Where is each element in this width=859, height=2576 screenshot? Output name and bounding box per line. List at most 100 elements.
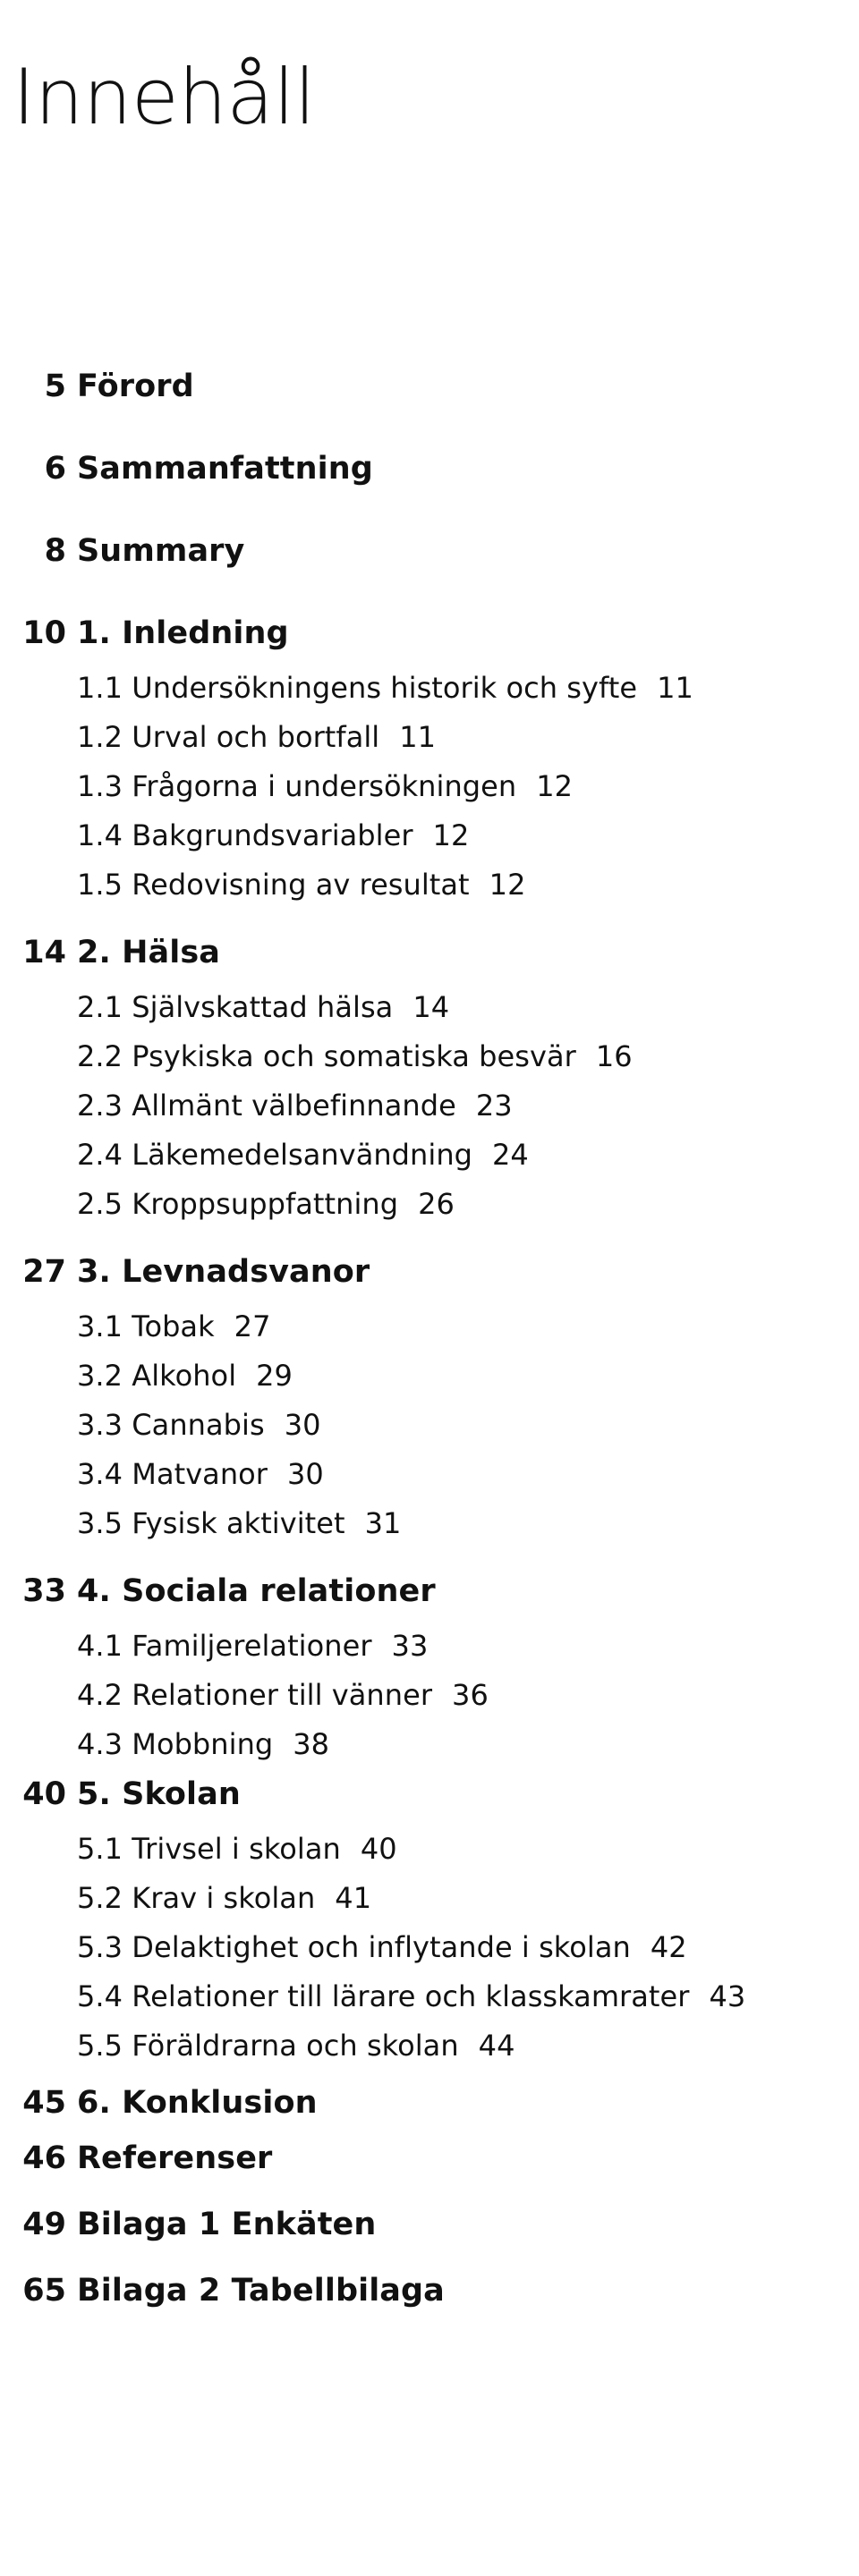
section-page-number: 43 (709, 1979, 746, 2013)
toc-chapter-6[interactable]: 45 6. Konklusion (0, 2085, 859, 2140)
section-number: 3.4 (77, 1457, 123, 1491)
chapter-title: Levnadsvanor (122, 1254, 370, 1290)
section-page-number: 11 (399, 720, 437, 754)
section-line: 1.5 Redovisning av resultat 12 (77, 868, 859, 902)
chapter-number: 5. (77, 1776, 111, 1812)
toc-page: Innehåll 5 Förord 6 Sammanfattning 8 Sum… (0, 0, 859, 2576)
section-page-number: 16 (595, 1039, 633, 1073)
chapter-title: Skolan (122, 1776, 241, 1812)
toc-entry-summary[interactable]: 8 Summary (0, 533, 859, 592)
toc-chapter-1[interactable]: 10 1. Inledning (0, 615, 859, 671)
toc-section-5-5[interactable]: 5.5 Föräldrarna och skolan 44 (0, 2029, 859, 2078)
toc-section-1-5[interactable]: 1.5 Redovisning av resultat 12 (0, 868, 859, 917)
chapter-label: 3. Levnadsvanor (77, 1254, 859, 1290)
section-page-number: 42 (650, 1930, 687, 1964)
section-label: Undersökningens historik och syfte (132, 671, 638, 705)
toc-entry-referenser[interactable]: 46 Referenser (0, 2140, 859, 2199)
section-number: 3.1 (77, 1309, 123, 1343)
section-number: 3.5 (77, 1506, 123, 1540)
section-number: 5.3 (77, 1930, 123, 1964)
toc-entry-bilaga-2[interactable]: 65 Bilaga 2 Tabellbilaga (0, 2273, 859, 2332)
section-page-number: 44 (478, 2029, 515, 2063)
toc-chapter-4[interactable]: 33 4. Sociala relationer (0, 1573, 859, 1629)
section-label: Mobbning (132, 1727, 274, 1761)
chapter-page-number: 33 (22, 1573, 66, 1609)
section-label: Psykiska och somatiska besvär (132, 1039, 576, 1073)
toc-section-4-1[interactable]: 4.1 Familjerelationer 33 (0, 1629, 859, 1678)
section-page-number: 11 (657, 671, 693, 705)
section-number: 2.2 (77, 1039, 123, 1073)
section-line: 1.4 Bakgrundsvariabler 12 (77, 818, 859, 852)
section-line: 1.3 Frågorna i undersökningen 12 (77, 769, 859, 803)
toc-section-5-3[interactable]: 5.3 Delaktighet och inflytande i skolan 4… (0, 1930, 859, 1979)
toc-section-1-4[interactable]: 1.4 Bakgrundsvariabler 12 (0, 818, 859, 868)
section-label: Självskattad hälsa (132, 990, 394, 1024)
section-page-number: 30 (284, 1408, 321, 1442)
section-line: 3.5 Fysisk aktivitet 31 (77, 1506, 859, 1540)
toc-entry-forord[interactable]: 5 Förord (0, 369, 859, 428)
toc-section-4-3[interactable]: 4.3 Mobbning 38 (0, 1727, 859, 1776)
section-number: 5.4 (77, 1979, 123, 2013)
toc-section-5-1[interactable]: 5.1 Trivsel i skolan 40 (0, 1832, 859, 1881)
section-number: 2.5 (77, 1187, 123, 1221)
section-line: 4.3 Mobbning 38 (77, 1727, 859, 1761)
toc-section-3-3[interactable]: 3.3 Cannabis 30 (0, 1408, 859, 1457)
toc-section-1-2[interactable]: 1.2 Urval och bortfall 11 (0, 720, 859, 769)
toc-chapter-5[interactable]: 40 5. Skolan (0, 1776, 859, 1832)
toc-section-1-1[interactable]: 1.1 Undersökningens historik och syfte 11 (0, 671, 859, 720)
section-label: Familjerelationer (132, 1629, 372, 1663)
section-line: 3.2 Alkohol 29 (77, 1359, 859, 1393)
toc-entry-sammanfattning[interactable]: 6 Sammanfattning (0, 451, 859, 510)
section-label: Delaktighet och inflytande i skolan (132, 1930, 631, 1964)
toc-section-2-4[interactable]: 2.4 Läkemedelsanvändning 24 (0, 1138, 859, 1187)
toc-section-5-4[interactable]: 5.4 Relationer till lärare och klasskamr… (0, 1979, 859, 2029)
toc-section-2-3[interactable]: 2.3 Allmänt välbefinnande 23 (0, 1089, 859, 1138)
section-page-number: 12 (536, 769, 574, 803)
toc-section-3-4[interactable]: 3.4 Matvanor 30 (0, 1457, 859, 1506)
section-line: 5.5 Föräldrarna och skolan 44 (77, 2029, 859, 2063)
toc-chapter-2[interactable]: 14 2. Hälsa (0, 935, 859, 990)
toc-section-3-1[interactable]: 3.1 Tobak 27 (0, 1309, 859, 1359)
entry-label: Bilaga 2 Tabellbilaga (77, 2273, 445, 2309)
section-line: 2.3 Allmänt välbefinnande 23 (77, 1089, 859, 1123)
toc-section-2-5[interactable]: 2.5 Kroppsuppfattning 26 (0, 1187, 859, 1236)
entry-label: Sammanfattning (77, 451, 373, 487)
section-number: 1.5 (77, 868, 123, 902)
toc-chapter-3[interactable]: 27 3. Levnadsvanor (0, 1254, 859, 1309)
chapter-number: 2. (77, 935, 111, 970)
toc-section-3-5[interactable]: 3.5 Fysisk aktivitet 31 (0, 1506, 859, 1555)
section-label: Relationer till lärare och klasskamrater (132, 1979, 690, 2013)
chapter-page-number: 40 (22, 1776, 66, 1812)
section-page-number: 40 (360, 1832, 397, 1866)
toc-section-4-2[interactable]: 4.2 Relationer till vänner 36 (0, 1678, 859, 1727)
section-line: 3.3 Cannabis 30 (77, 1408, 859, 1442)
chapter-number: 6. (77, 2085, 111, 2121)
section-label: Bakgrundsvariabler (132, 818, 413, 852)
section-page-number: 36 (452, 1678, 489, 1712)
toc-section-5-2[interactable]: 5.2 Krav i skolan 41 (0, 1881, 859, 1930)
toc-entry-bilaga-1[interactable]: 49 Bilaga 1 Enkäten (0, 2207, 859, 2266)
section-number: 5.1 (77, 1832, 123, 1866)
toc-section-2-2[interactable]: 2.2 Psykiska och somatiska besvär 16 (0, 1039, 859, 1089)
section-label: Kroppsuppfattning (132, 1187, 399, 1221)
section-number: 5.5 (77, 2029, 123, 2063)
section-label: Redovisning av resultat (132, 868, 470, 902)
section-label: Fysisk aktivitet (132, 1506, 345, 1540)
chapter-page-number: 27 (22, 1254, 66, 1290)
entry-label: Förord (77, 369, 194, 404)
section-label: Relationer till vänner (132, 1678, 433, 1712)
section-label: Föräldrarna och skolan (132, 2029, 459, 2063)
toc-section-1-3[interactable]: 1.3 Frågorna i undersökningen 12 (0, 769, 859, 818)
section-page-number: 31 (364, 1506, 402, 1540)
section-line: 1.2 Urval och bortfall 11 (77, 720, 859, 754)
toc-section-2-1[interactable]: 2.1 Självskattad hälsa 14 (0, 990, 859, 1039)
toc-section-3-2[interactable]: 3.2 Alkohol 29 (0, 1359, 859, 1408)
section-number: 4.3 (77, 1727, 123, 1761)
